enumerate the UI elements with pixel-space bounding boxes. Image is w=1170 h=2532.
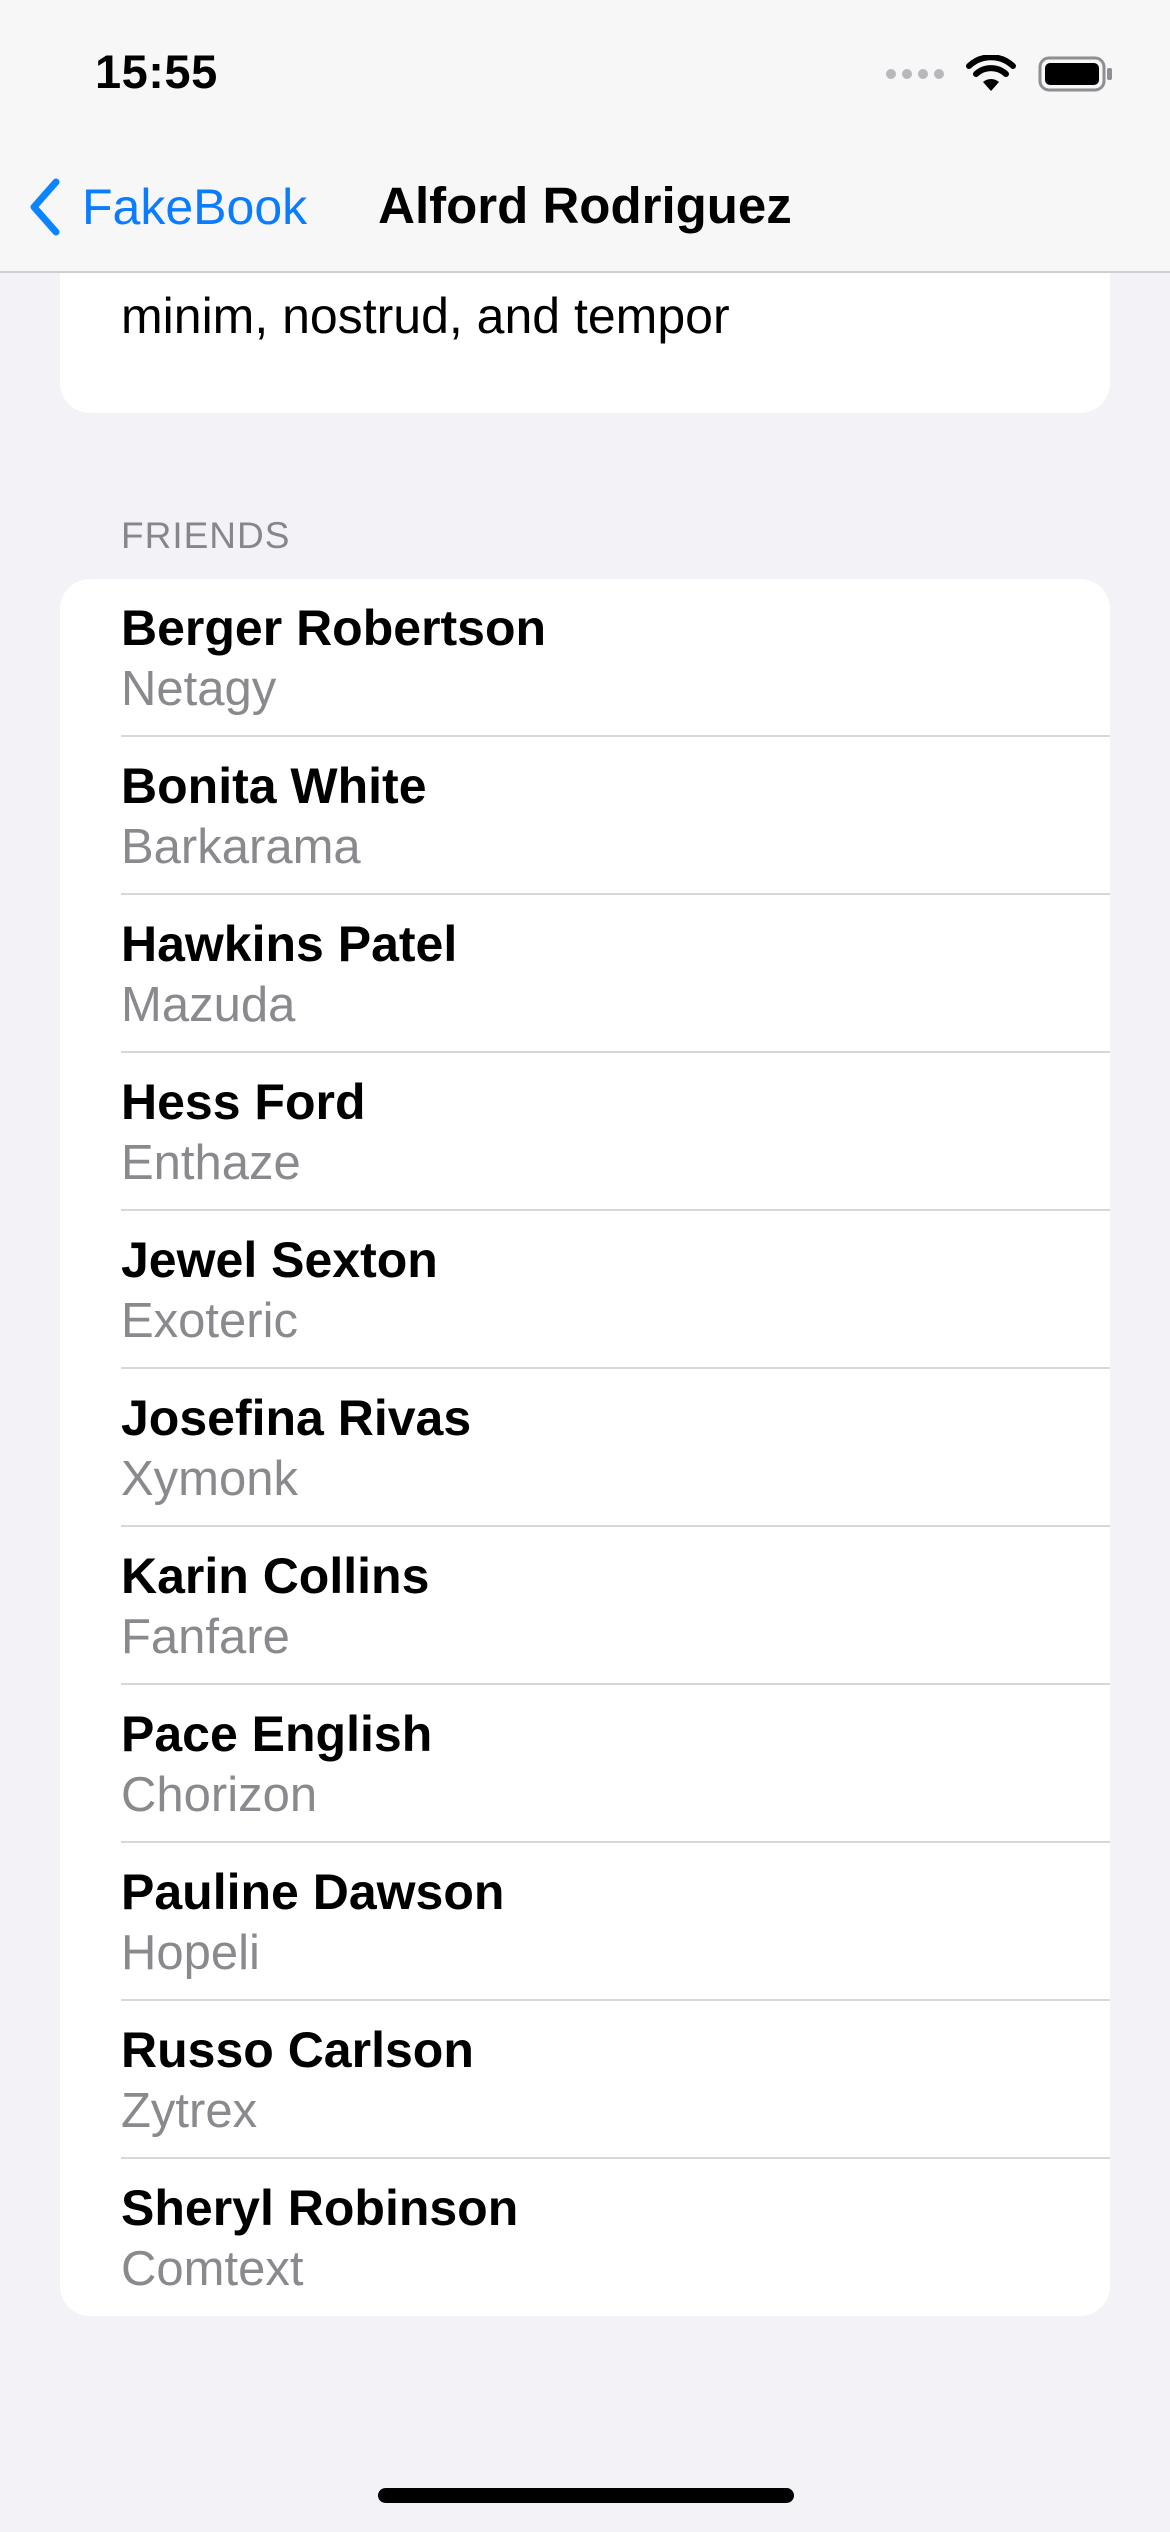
friend-company: Hopeli: [121, 1926, 260, 1980]
friends-section-header: FRIENDS: [121, 515, 291, 556]
friend-row[interactable]: Hawkins Patel Mazuda: [60, 895, 1110, 1053]
friend-company: Exoteric: [121, 1294, 299, 1348]
cellular-signal-icon: [886, 69, 944, 79]
friend-name: Jewel Sexton: [121, 1232, 438, 1288]
friend-company: Netagy: [121, 662, 277, 716]
friend-company: Comtext: [121, 2242, 304, 2296]
friend-row[interactable]: Josefina Rivas Xymonk: [60, 1369, 1110, 1527]
friend-company: Mazuda: [121, 978, 296, 1032]
about-text: minim, nostrud, and tempor: [121, 288, 730, 344]
friend-row[interactable]: Russo Carlson Zytrex: [60, 2001, 1110, 2159]
page-title: Alford Rodriguez: [378, 177, 792, 234]
friend-name: Russo Carlson: [121, 2022, 474, 2078]
friend-company: Barkarama: [121, 820, 361, 874]
friend-company: Chorizon: [121, 1768, 318, 1822]
friend-name: Hawkins Patel: [121, 916, 458, 972]
friend-company: Enthaze: [121, 1136, 301, 1190]
friend-row[interactable]: Sheryl Robinson Comtext: [60, 2159, 1110, 2316]
friend-row[interactable]: Jewel Sexton Exoteric: [60, 1211, 1110, 1369]
wifi-icon: [966, 55, 1016, 91]
friend-name: Josefina Rivas: [121, 1390, 472, 1446]
screen: minim, nostrud, and tempor FRIENDS Berge…: [0, 0, 1170, 2532]
friend-name: Berger Robertson: [121, 600, 547, 656]
status-time: 15:55: [95, 45, 218, 98]
friend-row[interactable]: Hess Ford Enthaze: [60, 1053, 1110, 1211]
home-indicator[interactable]: [378, 2488, 794, 2503]
friend-row[interactable]: Karin Collins Fanfare: [60, 1527, 1110, 1685]
friend-name: Karin Collins: [121, 1548, 430, 1604]
battery-icon: [1038, 56, 1112, 92]
friend-row[interactable]: Pauline Dawson Hopeli: [60, 1843, 1110, 2001]
navigation-bar: 15:55 FakeBook Alford Rodriguez: [0, 0, 1170, 273]
friend-name: Pauline Dawson: [121, 1864, 505, 1920]
friend-row[interactable]: Bonita White Barkarama: [60, 737, 1110, 895]
status-indicators: [886, 52, 1114, 96]
friend-company: Xymonk: [121, 1452, 299, 1506]
friend-row[interactable]: Berger Robertson Netagy: [60, 579, 1110, 737]
friend-row[interactable]: Pace English Chorizon: [60, 1685, 1110, 1843]
friend-company: Zytrex: [121, 2084, 258, 2138]
friend-name: Pace English: [121, 1706, 433, 1762]
friends-list: Berger Robertson Netagy Bonita White Bar…: [60, 579, 1110, 2316]
friend-name: Sheryl Robinson: [121, 2180, 519, 2236]
friend-company: Fanfare: [121, 1610, 290, 1664]
friend-name: Bonita White: [121, 758, 427, 814]
friend-name: Hess Ford: [121, 1074, 366, 1130]
